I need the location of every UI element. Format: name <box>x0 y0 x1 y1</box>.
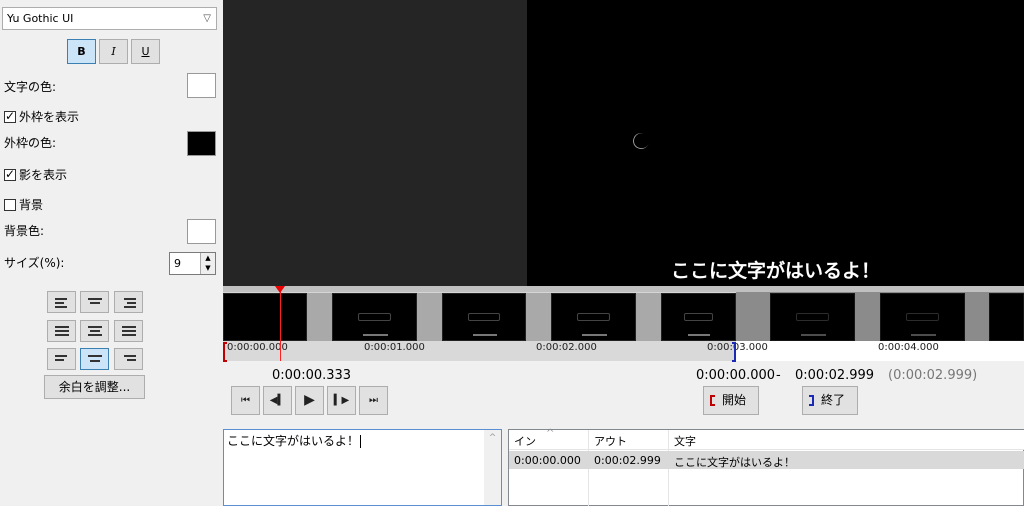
show-outline-checkbox[interactable]: 外枠を表示 <box>4 108 79 125</box>
size-value: 9 <box>174 257 181 270</box>
tick-label: 0:00:00.000 <box>227 342 288 353</box>
subtitle-list[interactable]: イン ^ アウト 文字 0:00:00.000 0:00:02.999 ここに文… <box>508 428 1024 506</box>
prev-frame-icon: ⏮ <box>241 395 250 406</box>
chevron-down-icon: ▽ <box>203 13 211 24</box>
tick-label: 0:00:03.000 <box>707 342 768 353</box>
show-outline-label: 外枠を表示 <box>19 110 80 124</box>
next-frame-button[interactable]: ⏭ <box>359 386 388 415</box>
show-shadow-label: 影を表示 <box>19 168 68 182</box>
in-bracket-icon <box>710 395 715 406</box>
range-in-time: 0:00:00.000 <box>696 368 776 383</box>
spin-up-icon[interactable]: ▲ <box>201 253 215 263</box>
set-start-button[interactable]: 開始 <box>703 386 759 415</box>
column-header-text[interactable]: 文字 <box>674 433 696 449</box>
align-top-left-button[interactable] <box>47 291 76 313</box>
tick-label: 0:00:02.000 <box>536 342 597 353</box>
video-preview[interactable] <box>527 0 1024 286</box>
step-back-icon: ◀▍ <box>269 395 286 406</box>
checkbox-box <box>4 198 16 211</box>
align-top-right-button[interactable] <box>114 291 143 313</box>
subtitle-preview: ここに文字がはいるよ！ <box>670 260 880 282</box>
checkbox-box <box>4 109 16 123</box>
checkbox-box <box>4 167 16 181</box>
row-text-cell: ここに文字がはいるよ！ <box>674 456 795 469</box>
background-color-swatch[interactable] <box>187 219 216 244</box>
align-bottom-right-button[interactable] <box>114 348 143 370</box>
next-frame-icon: ⏭ <box>369 395 378 406</box>
set-start-label: 開始 <box>722 393 747 407</box>
align-top-center-button[interactable] <box>80 291 109 313</box>
column-header-out[interactable]: アウト <box>594 433 627 449</box>
background-color-label: 背景色: <box>4 224 45 238</box>
range-out-time: 0:00:02.999 <box>795 368 875 383</box>
align-bottom-left-button[interactable] <box>47 348 76 370</box>
underline-button[interactable]: U <box>131 39 160 64</box>
italic-button[interactable]: I <box>99 39 128 64</box>
timeline-gap <box>526 293 551 341</box>
table-row[interactable]: 0:00:00.000 0:00:02.999 ここに文字がはいるよ！ <box>509 451 1024 469</box>
timeline-gap <box>307 293 332 341</box>
font-select-value: Yu Gothic UI <box>7 12 74 25</box>
in-point-marker[interactable] <box>223 342 227 362</box>
timeline-thumbnail <box>442 293 526 341</box>
play-icon: ▶ <box>304 392 315 408</box>
list-header: イン ^ アウト 文字 <box>509 428 1024 450</box>
editor-text: ここに文字がはいるよ！ <box>227 434 360 448</box>
subtitle-text-editor[interactable]: ここに文字がはいるよ！ ^ <box>223 429 502 506</box>
tick-label: 0:00:01.000 <box>364 342 425 353</box>
timeline-gap <box>417 293 442 341</box>
align-middle-center-button[interactable] <box>80 320 109 342</box>
scroll-up-icon[interactable]: ^ <box>484 430 501 443</box>
align-middle-left-button[interactable] <box>47 320 76 342</box>
align-bottom-center-button[interactable] <box>80 348 109 370</box>
step-forward-button[interactable]: ▍▶ <box>327 386 356 415</box>
font-select[interactable]: Yu Gothic UI ▽ <box>2 7 217 30</box>
step-forward-icon: ▍▶ <box>333 395 350 406</box>
current-time: 0:00:00.333 <box>272 368 352 383</box>
playhead[interactable] <box>280 286 281 361</box>
text-caret <box>360 435 362 448</box>
timeline-thumbnail <box>661 293 736 341</box>
adjust-margin-button[interactable]: 余白を調整... <box>44 375 145 399</box>
play-button[interactable]: ▶ <box>295 386 324 415</box>
sort-ascending-icon: ^ <box>546 428 555 439</box>
row-in-cell: 0:00:00.000 <box>514 454 581 467</box>
row-out-cell: 0:00:02.999 <box>594 454 661 467</box>
prev-frame-button[interactable]: ⏮ <box>231 386 260 415</box>
timeline-outside-range <box>736 292 1024 342</box>
background-checkbox[interactable]: 背景 <box>4 196 43 213</box>
set-end-button[interactable]: 終了 <box>802 386 858 415</box>
timeline-gap <box>636 293 661 341</box>
text-color-label: 文字の色: <box>4 80 57 94</box>
out-point-marker[interactable] <box>732 342 736 362</box>
text-color-swatch[interactable] <box>187 73 216 98</box>
timeline-thumbnail <box>332 293 417 341</box>
playhead-handle-icon[interactable] <box>275 286 285 293</box>
range-separator: - <box>776 368 781 383</box>
video-side-area <box>223 0 527 286</box>
align-middle-right-button[interactable] <box>114 320 143 342</box>
timeline-thumbnail <box>551 293 636 341</box>
outline-color-label: 外枠の色: <box>4 136 57 150</box>
step-back-button[interactable]: ◀▍ <box>263 386 292 415</box>
background-label: 背景 <box>19 198 44 212</box>
spin-down-icon[interactable]: ▼ <box>201 263 215 273</box>
timeline[interactable]: 0:00:00.000 0:00:01.000 0:00:02.000 0:00… <box>223 286 1024 362</box>
outline-color-swatch[interactable] <box>187 131 216 156</box>
out-bracket-icon <box>809 395 814 406</box>
settings-panel: Yu Gothic UI ▽ B I U 文字の色: 外枠を表示 外枠の色: 影… <box>0 0 223 506</box>
timeline-thumbnail <box>223 293 307 341</box>
size-label: サイズ(%): <box>4 256 65 270</box>
column-header-in[interactable]: イン <box>514 433 536 449</box>
range-duration: (0:00:02.999) <box>888 368 978 383</box>
set-end-label: 終了 <box>821 393 846 407</box>
size-spinner[interactable]: 9 ▲ ▼ <box>169 252 216 275</box>
editor-scrollbar[interactable]: ^ <box>484 430 501 505</box>
tick-label: 0:00:04.000 <box>878 342 939 353</box>
bold-button[interactable]: B <box>67 39 96 64</box>
show-shadow-checkbox[interactable]: 影を表示 <box>4 166 67 183</box>
